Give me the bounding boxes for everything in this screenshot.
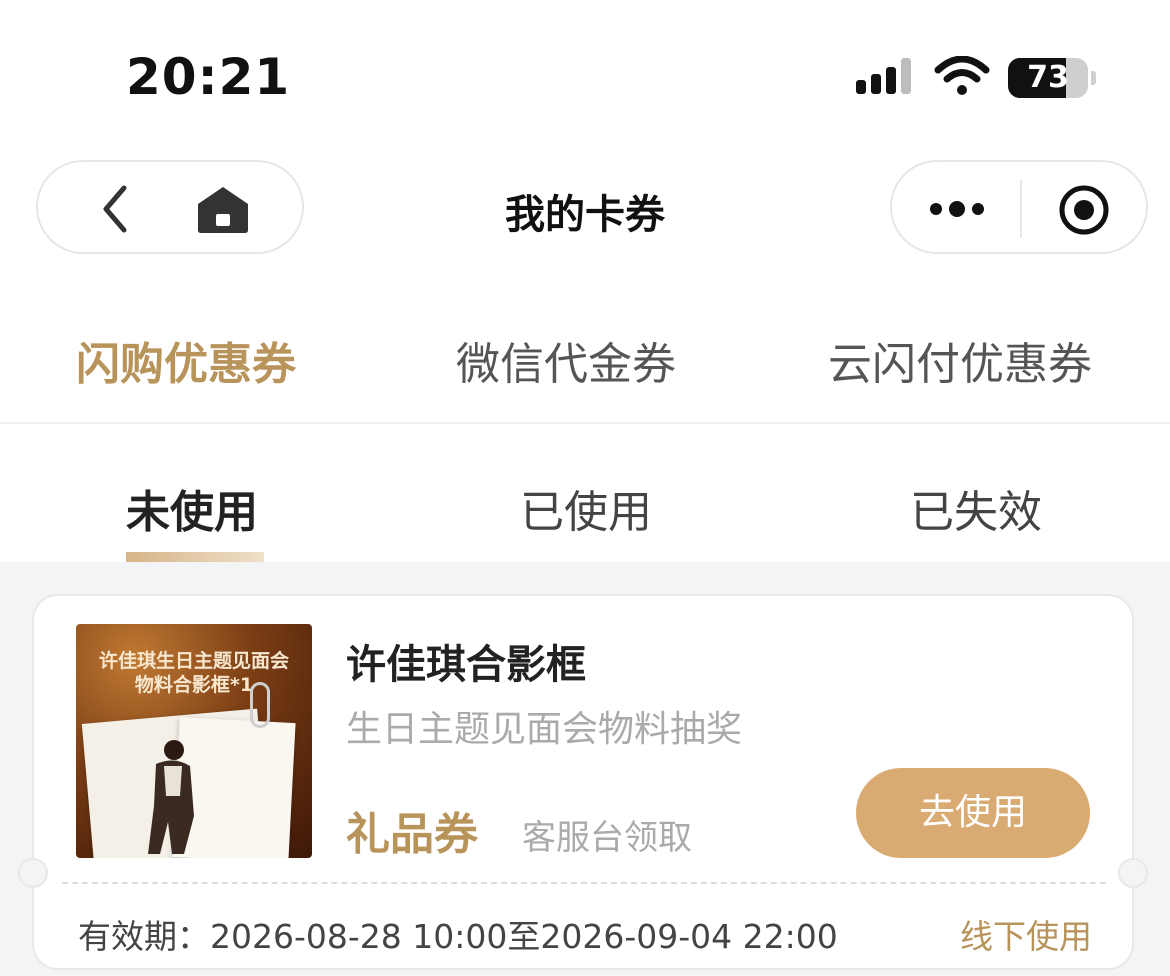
tab-unused[interactable]: 未使用 (126, 476, 258, 540)
paperclip-icon (250, 682, 270, 728)
more-icon[interactable] (928, 192, 986, 226)
tab-wechat-voucher[interactable]: 微信代金券 (456, 328, 676, 392)
battery-icon: 73 (1008, 58, 1096, 98)
thumb-line-2: 物料合影框*1 (134, 674, 254, 696)
tab-flash-coupon[interactable]: 闪购优惠券 (76, 328, 296, 392)
figure-illustration (148, 740, 194, 854)
coupon-thumbnail: 许佳琪生日主题见面会 物料合影框*1 (76, 624, 312, 858)
tabs-divider (0, 422, 1170, 424)
coupon-subtitle: 生日主题见面会物料抽奖 (346, 709, 743, 750)
coupon-category-tabs: 闪购优惠券 微信代金券 云闪付优惠券 (0, 300, 1170, 410)
target-icon[interactable] (1058, 184, 1110, 236)
status-time: 20:21 (126, 48, 291, 106)
active-tab-indicator (126, 552, 264, 562)
thumb-line-1: 许佳琪生日主题见面会 (98, 650, 289, 672)
coupon-card[interactable]: 许佳琪生日主题见面会 物料合影框*1 许佳琪合影框 生日主题见面会物料抽奖 礼品… (18, 594, 1148, 970)
signal-icon (856, 58, 911, 94)
capsule-divider (1020, 180, 1022, 238)
tab-used[interactable]: 已使用 (520, 476, 652, 540)
tab-expired[interactable]: 已失效 (910, 476, 1042, 540)
wifi-icon (934, 56, 990, 95)
validity-period: 有效期：2026-08-28 10:00至2026-09-04 22:00 (78, 917, 838, 956)
ticket-notch-right (1118, 858, 1148, 888)
coupon-type: 礼品券 (346, 809, 478, 860)
use-button[interactable]: 去使用 (856, 768, 1090, 858)
ticket-dashed-divider (62, 882, 1106, 884)
usage-type: 线下使用 (960, 917, 1092, 956)
redeem-method: 客服台领取 (522, 818, 692, 858)
nav-capsule-right (890, 160, 1148, 254)
battery-level: 73 (1027, 60, 1069, 95)
ticket-notch-left (18, 858, 48, 888)
tab-unionpay-coupon[interactable]: 云闪付优惠券 (828, 328, 1092, 392)
coupon-title: 许佳琪合影框 (346, 642, 586, 688)
